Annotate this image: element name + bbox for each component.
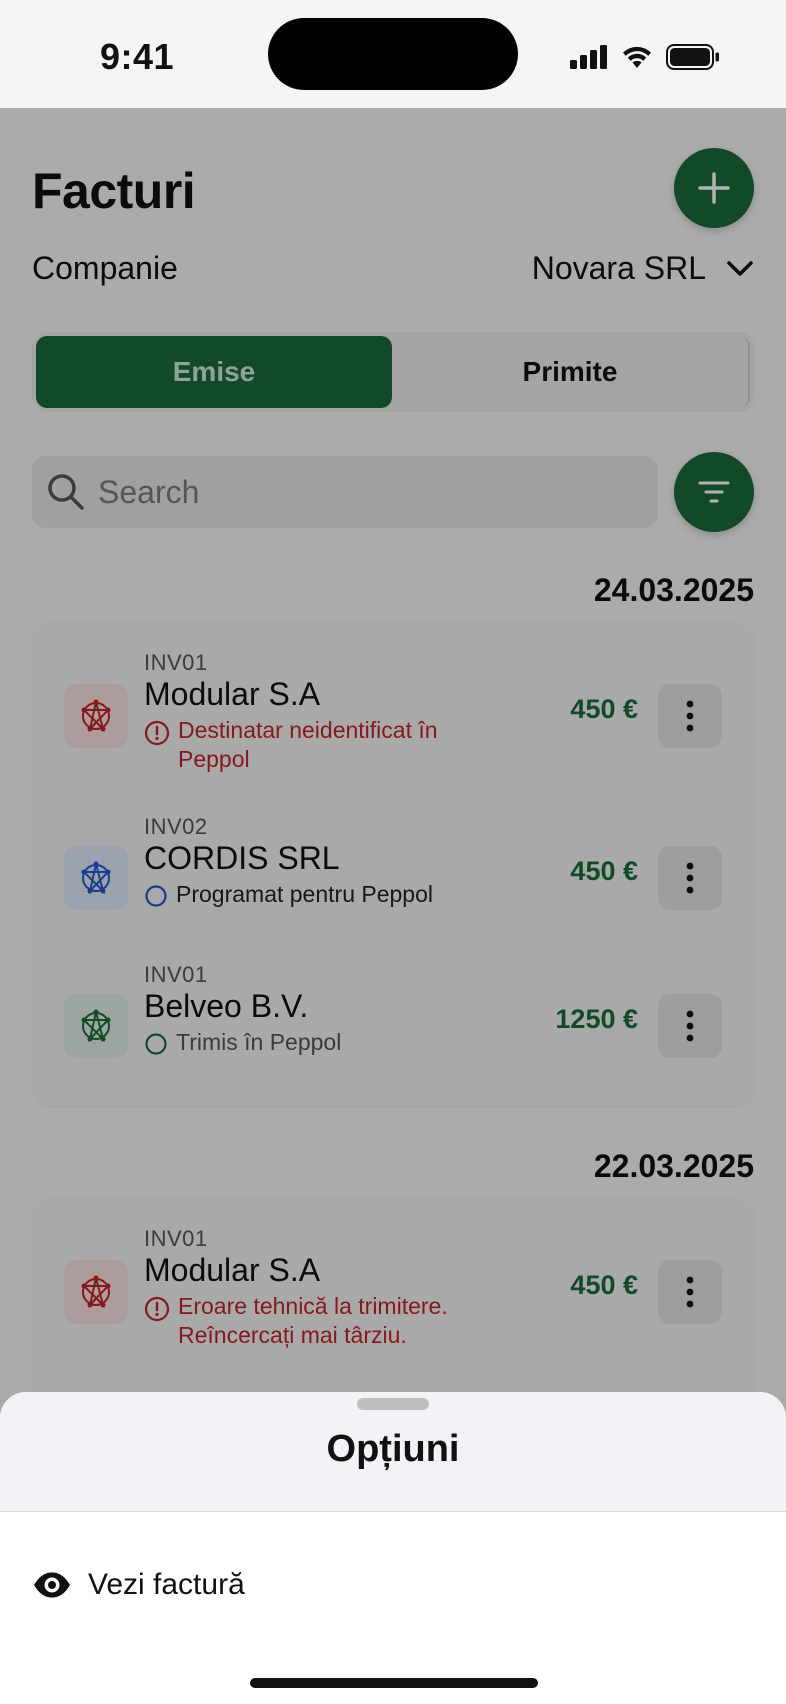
company-selector[interactable]: Novara SRL [532, 250, 754, 287]
invoice-more-button[interactable] [658, 684, 722, 748]
invoice-amount: 450 € [570, 1270, 638, 1300]
options-bottom-sheet: Opțiuni Vezi factură [0, 1392, 786, 1704]
invoice-amount: 450 € [570, 694, 638, 724]
invoice-status: Trimis în Peppol [144, 1028, 341, 1057]
invoice-number: INV02 [144, 814, 208, 839]
more-vertical-icon [686, 862, 694, 894]
invoice-status: Destinatar neidentificat în Peppol [144, 716, 438, 774]
tab-emise[interactable]: Emise [36, 336, 392, 408]
invoice-status: Programat pentru Peppol [144, 880, 433, 909]
more-vertical-icon [686, 1276, 694, 1308]
invoice-customer-name: Modular S.A [144, 676, 321, 712]
peppol-network-icon [64, 1260, 128, 1324]
invoice-row[interactable]: INV01 Modular S.A Eroare tehnică la trim… [32, 1196, 754, 1376]
invoice-more-button[interactable] [658, 1260, 722, 1324]
view-invoice-option[interactable]: Vezi factură [32, 1568, 245, 1602]
alert-circle-icon [144, 720, 170, 746]
invoice-number: INV01 [144, 1226, 208, 1251]
date-header: 22.03.2025 [593, 1148, 754, 1184]
invoice-customer-name: Belveo B.V. [144, 988, 309, 1024]
invoice-row[interactable]: INV01 Belveo B.V. Trimis în Peppol 1250 … [32, 946, 754, 1106]
invoice-more-button[interactable] [658, 994, 722, 1058]
filter-icon [698, 481, 730, 503]
more-vertical-icon [686, 1010, 694, 1042]
invoice-row[interactable]: INV01 Modular S.A Destinatar neidentific… [32, 620, 754, 798]
home-indicator[interactable] [250, 1678, 538, 1688]
battery-icon [666, 44, 719, 70]
dynamic-island [268, 18, 518, 90]
invoice-number: INV01 [144, 650, 208, 675]
circle-outline-icon [145, 885, 167, 907]
search-icon [48, 474, 84, 510]
add-invoice-button[interactable] [674, 148, 754, 228]
peppol-network-icon [64, 684, 128, 748]
status-bar: 9:41 [0, 0, 786, 108]
invoice-status-text: Programat pentru Peppol [176, 881, 433, 907]
filter-button[interactable] [674, 452, 754, 532]
sheet-header: Opțiuni [0, 1392, 786, 1512]
plus-icon [698, 172, 730, 204]
invoice-number: INV01 [144, 962, 208, 987]
sheet-title: Opțiuni [326, 1428, 460, 1470]
company-selected-value: Novara SRL [531, 250, 706, 286]
cellular-signal-icon [570, 45, 607, 69]
more-vertical-icon [686, 700, 694, 732]
chevron-down-icon [727, 260, 753, 276]
invoice-customer-name: CORDIS SRL [144, 840, 340, 876]
invoice-type-segmented-control: Emise Primite [32, 332, 754, 412]
invoice-status-text: Destinatar neidentificat în Peppol [178, 717, 438, 772]
invoice-amount: 1250 € [555, 1004, 638, 1034]
invoice-row[interactable]: INV02 CORDIS SRL Programat pentru Peppol… [32, 796, 754, 946]
invoice-group-card: INV01 Modular S.A Destinatar neidentific… [32, 620, 754, 1106]
eye-icon [34, 1572, 70, 1598]
peppol-network-icon [64, 994, 128, 1058]
sheet-grabber[interactable] [357, 1398, 429, 1410]
invoice-status-text: Eroare tehnică la trimitere. Reîncercați… [178, 1293, 448, 1348]
peppol-network-icon [64, 846, 128, 910]
alert-circle-icon [144, 1296, 170, 1322]
date-header: 24.03.2025 [593, 572, 754, 608]
status-icons [570, 44, 720, 70]
invoice-status: Eroare tehnică la trimitere. Reîncercați… [144, 1292, 448, 1350]
wifi-icon [623, 46, 651, 68]
invoice-amount: 450 € [570, 856, 638, 886]
search-placeholder: Search [98, 473, 200, 510]
page-title: Facturi [32, 163, 196, 219]
view-invoice-label: Vezi factură [88, 1568, 245, 1601]
invoice-more-button[interactable] [658, 846, 722, 910]
tab-primite[interactable]: Primite [392, 336, 750, 408]
invoice-status-text: Trimis în Peppol [176, 1029, 342, 1055]
circle-outline-icon [145, 1033, 167, 1055]
status-time: 9:41 [100, 36, 175, 77]
invoice-customer-name: Modular S.A [144, 1252, 321, 1288]
company-label: Companie [32, 250, 178, 286]
search-input[interactable]: Search [32, 456, 658, 528]
